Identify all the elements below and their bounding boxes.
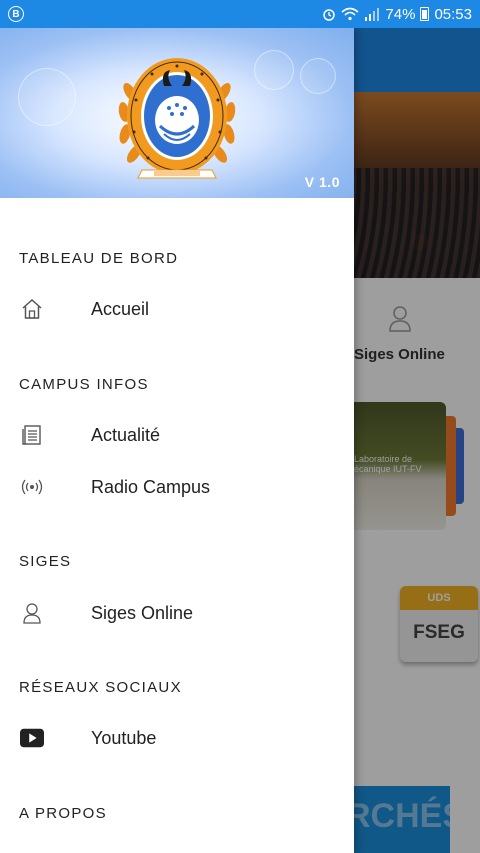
clock: 05:53 (434, 5, 472, 23)
section-title-siges: SIGES (19, 553, 72, 570)
menu-item-siges-online[interactable]: Siges Online (0, 591, 354, 635)
section-title-campus-infos: CAMPUS INFOS (19, 376, 149, 393)
menu-item-accueil[interactable]: Accueil (0, 287, 354, 331)
section-title-a-propos: A PROPOS (19, 805, 107, 822)
alarm-icon (323, 9, 336, 21)
decorative-bubble (18, 68, 76, 126)
drawer-header: V 1.0 (0, 28, 354, 198)
menu-item-youtube[interactable]: Youtube (0, 716, 354, 760)
battery-icon (420, 7, 430, 21)
menu-item-actualite[interactable]: Actualité (0, 413, 354, 457)
menu-item-label: Youtube (91, 727, 157, 748)
decorative-bubble (254, 50, 294, 90)
app-version: V 1.0 (304, 174, 340, 190)
battery-percent: 74% (385, 5, 416, 23)
navigation-drawer: V 1.0 TABLEAU DE BORD Accueil CAMPUS INF… (0, 28, 354, 853)
home-icon (20, 297, 44, 321)
university-logo (118, 58, 236, 179)
section-title-tableau-de-bord: TABLEAU DE BORD (19, 250, 179, 267)
status-bar: B 74% 05:53 (0, 0, 480, 28)
menu-item-label: Siges Online (91, 602, 194, 623)
menu-item-label: Actualité (91, 424, 161, 445)
youtube-icon (20, 726, 44, 750)
wifi-icon (341, 7, 359, 21)
signal-icon (365, 8, 380, 21)
menu-item-label: Accueil (91, 298, 150, 319)
decorative-bubble (300, 58, 336, 94)
section-title-reseaux-sociaux: RÉSEAUX SOCIAUX (19, 679, 182, 696)
person-icon (20, 601, 44, 625)
bixby-icon: B (8, 6, 24, 22)
news-icon (20, 423, 44, 447)
radio-icon (20, 475, 44, 499)
menu-item-label: Radio Campus (91, 476, 211, 497)
menu-item-radio-campus[interactable]: Radio Campus (0, 465, 354, 509)
